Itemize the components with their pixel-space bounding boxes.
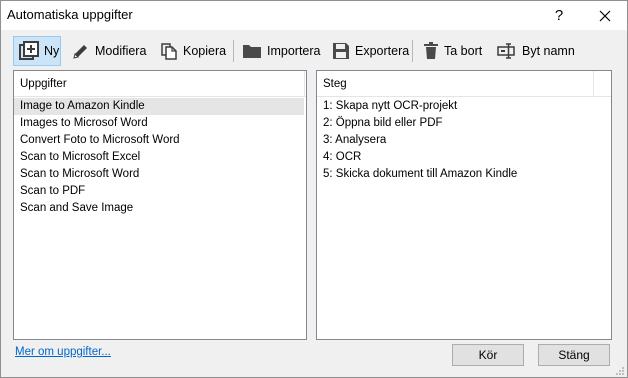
toolbar-separator xyxy=(233,40,234,62)
copy-button[interactable]: Kopiera xyxy=(155,36,231,66)
pencil-icon xyxy=(72,42,90,60)
copy-icon xyxy=(160,42,178,60)
close-window-button[interactable] xyxy=(583,1,627,30)
new-task-button[interactable]: Ny xyxy=(13,36,61,66)
steps-list-panel[interactable]: Steg 1: Skapa nytt OCR-projekt 2: Öppna b… xyxy=(316,70,612,340)
import-button[interactable]: Importera xyxy=(237,36,326,66)
trash-icon xyxy=(423,42,439,60)
tasks-list: Image to Amazon Kindle Images to Microsof… xyxy=(14,97,306,217)
export-label: Exportera xyxy=(355,44,410,58)
help-button[interactable]: ? xyxy=(537,1,581,30)
step-list-item[interactable]: 4: OCR xyxy=(317,149,611,166)
tasks-column-header[interactable]: Uppgifter xyxy=(14,71,306,97)
rename-icon xyxy=(497,42,517,60)
rename-label: Byt namn xyxy=(522,44,575,58)
toolbar: Ny Modifiera Kopiera Importera Exportera… xyxy=(9,36,621,68)
title-bar: Automatiska uppgifter ? xyxy=(1,1,627,30)
tasks-header-label: Uppgifter xyxy=(20,78,67,90)
task-list-item[interactable]: Scan and Save Image xyxy=(14,200,306,217)
steps-list: 1: Skapa nytt OCR-projekt 2: Öppna bild e… xyxy=(317,97,611,183)
import-label: Importera xyxy=(267,44,321,58)
close-button[interactable]: Stäng xyxy=(538,344,610,366)
task-list-item[interactable]: Convert Foto to Microsoft Word xyxy=(14,132,306,149)
modify-button[interactable]: Modifiera xyxy=(67,36,151,66)
delete-button[interactable]: Ta bort xyxy=(418,36,487,66)
task-list-item[interactable]: Scan to Microsoft Excel xyxy=(14,149,306,166)
window-title: Automatiska uppgifter xyxy=(7,7,133,22)
resize-grip-icon[interactable] xyxy=(615,365,625,375)
task-list-item[interactable]: Images to Microsof Word xyxy=(14,115,306,132)
step-list-item[interactable]: 1: Skapa nytt OCR-projekt xyxy=(317,98,611,115)
export-button[interactable]: Exportera xyxy=(327,36,414,66)
folder-icon xyxy=(242,42,262,60)
tasks-list-panel[interactable]: Uppgifter Image to Amazon Kindle Images t… xyxy=(13,70,307,340)
steps-column-header[interactable]: Steg xyxy=(317,71,611,97)
column-divider xyxy=(593,71,594,96)
help-icon: ? xyxy=(554,7,564,24)
toolbar-separator xyxy=(412,40,413,62)
delete-label: Ta bort xyxy=(444,44,483,58)
more-about-tasks-link[interactable]: Mer om uppgifter... xyxy=(15,346,111,358)
automated-tasks-dialog: Automatiska uppgifter ? Ny Modifiera Kop… xyxy=(0,0,628,378)
copy-label: Kopiera xyxy=(183,44,227,58)
run-button[interactable]: Kör xyxy=(452,344,524,366)
step-list-item[interactable]: 3: Analysera xyxy=(317,132,611,149)
column-divider xyxy=(304,71,305,96)
close-icon xyxy=(599,10,611,22)
step-list-item[interactable]: 2: Öppna bild eller PDF xyxy=(317,115,611,132)
rename-button[interactable]: Byt namn xyxy=(492,36,580,66)
new-task-label: Ny xyxy=(44,44,60,58)
step-list-item[interactable]: 5: Skicka dokument till Amazon Kindle xyxy=(317,166,611,183)
task-list-item[interactable]: Scan to Microsoft Word xyxy=(14,166,306,183)
save-disk-icon xyxy=(332,42,350,60)
steps-header-label: Steg xyxy=(323,78,347,90)
modify-label: Modifiera xyxy=(95,44,147,58)
task-list-item[interactable]: Image to Amazon Kindle xyxy=(14,98,304,115)
new-task-icon xyxy=(19,41,39,61)
task-list-item[interactable]: Scan to PDF xyxy=(14,183,306,200)
